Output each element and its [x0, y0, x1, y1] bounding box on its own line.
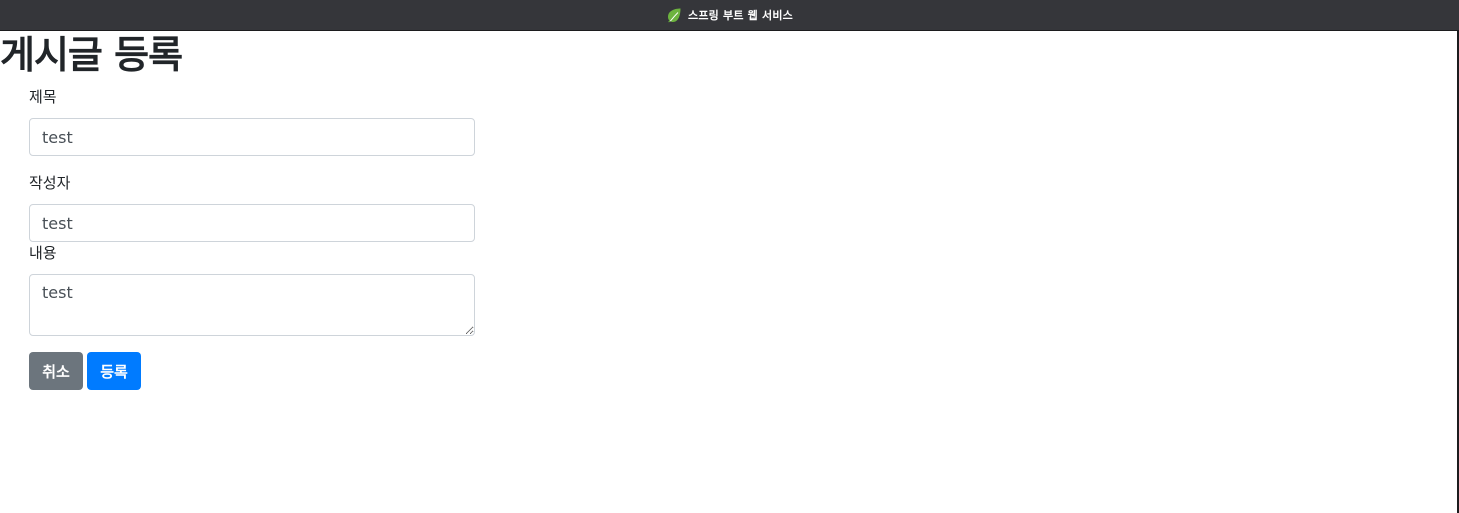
window-title-bar: 스프링 부트 웹 서비스: [0, 0, 1459, 31]
title-label: 제목: [29, 88, 57, 106]
window-title: 스프링 부트 웹 서비스: [688, 9, 793, 22]
title-input[interactable]: [29, 118, 475, 156]
author-label: 작성자: [29, 174, 71, 192]
spring-leaf-icon: [668, 8, 681, 23]
content-textarea[interactable]: test: [29, 274, 475, 336]
app-window: 스프링 부트 웹 서비스 게시글 등록 제목 작성자 내용 test 취소 등록: [0, 0, 1459, 513]
author-input[interactable]: [29, 204, 475, 242]
submit-button[interactable]: 등록: [87, 352, 141, 390]
page-title: 게시글 등록: [0, 33, 183, 77]
cancel-button[interactable]: 취소: [29, 352, 83, 390]
content-label: 내용: [29, 244, 57, 262]
